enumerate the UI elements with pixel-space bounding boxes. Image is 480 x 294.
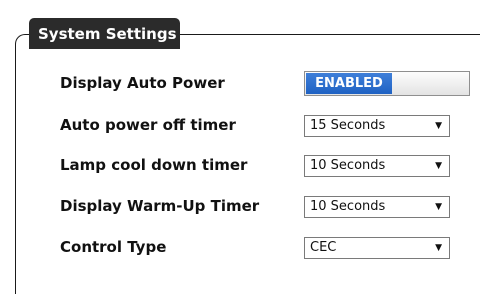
select-value: CEC	[310, 240, 337, 255]
setting-row-auto-power-off-timer: Auto power off timer 15 Seconds ▼	[60, 110, 480, 140]
display-auto-power-label: Display Auto Power	[60, 74, 225, 92]
panel-title: System Settings	[29, 18, 180, 49]
chevron-down-icon: ▼	[435, 121, 442, 131]
select-value: 10 Seconds	[310, 199, 386, 214]
display-auto-power-toggle[interactable]: ENABLED	[304, 71, 470, 96]
setting-row-display-auto-power: Display Auto Power ENABLED	[60, 68, 480, 98]
lamp-cool-down-timer-select[interactable]: 10 Seconds ▼	[304, 155, 450, 177]
chevron-down-icon: ▼	[435, 161, 442, 171]
toggle-enabled-state: ENABLED	[306, 73, 392, 94]
chevron-down-icon: ▼	[435, 243, 442, 253]
display-warm-up-timer-label: Display Warm-Up Timer	[60, 197, 260, 215]
control-type-label: Control Type	[60, 238, 167, 256]
chevron-down-icon: ▼	[435, 202, 442, 212]
control-type-select[interactable]: CEC ▼	[304, 237, 450, 259]
display-warm-up-timer-select[interactable]: 10 Seconds ▼	[304, 196, 450, 218]
lamp-cool-down-timer-label: Lamp cool down timer	[60, 156, 248, 174]
setting-row-display-warm-up-timer: Display Warm-Up Timer 10 Seconds ▼	[60, 191, 480, 221]
auto-power-off-timer-label: Auto power off timer	[60, 116, 236, 134]
setting-row-control-type: Control Type CEC ▼	[60, 232, 480, 262]
select-value: 15 Seconds	[310, 118, 386, 133]
select-value: 10 Seconds	[310, 158, 386, 173]
auto-power-off-timer-select[interactable]: 15 Seconds ▼	[304, 115, 450, 137]
setting-row-lamp-cool-down-timer: Lamp cool down timer 10 Seconds ▼	[60, 150, 480, 180]
